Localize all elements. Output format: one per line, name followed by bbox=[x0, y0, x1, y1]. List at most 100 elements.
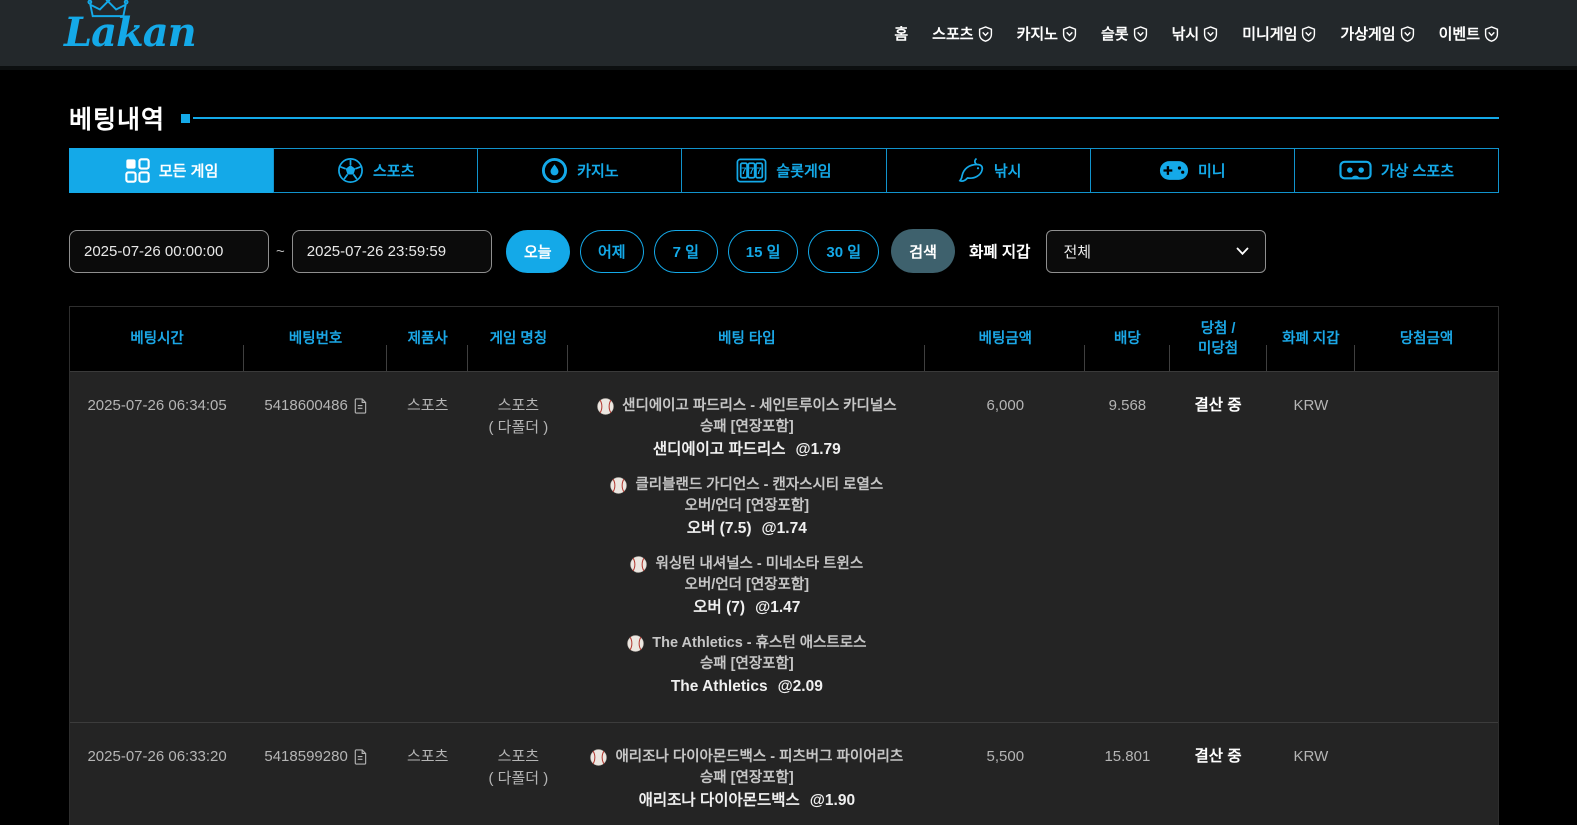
search-button[interactable]: 검색 bbox=[891, 229, 956, 273]
copy-bet-number-button[interactable] bbox=[353, 749, 367, 765]
nav-item-home[interactable]: 홈 bbox=[894, 23, 908, 44]
nav-item-virtual[interactable]: 가상게임 bbox=[1340, 23, 1414, 44]
range-button-15d[interactable]: 15 일 bbox=[727, 229, 799, 273]
date-to-input[interactable] bbox=[291, 229, 492, 273]
tab-slot[interactable]: 7 7 7 슬롯게임 bbox=[681, 148, 887, 193]
cell-bet-number: 5418600486 bbox=[244, 372, 387, 722]
match-name: 클리블랜드 가디언스 - 캔자스시티 로열스 bbox=[635, 477, 884, 493]
match-name: 애리조나 다이아몬드백스 - 피츠버그 파이어리츠 bbox=[615, 749, 904, 765]
column-header: 베팅금액 bbox=[925, 307, 1086, 371]
cell-bet-type: 애리조나 다이아몬드백스 - 피츠버그 파이어리츠승패 [연장포함] 애리조나 다… bbox=[568, 723, 925, 825]
column-header: 배당 bbox=[1085, 307, 1170, 371]
date-from-input[interactable] bbox=[69, 229, 269, 273]
match-name: 워싱턴 내셔널스 - 미네소타 트윈스 bbox=[655, 556, 864, 572]
range-button-today[interactable]: 오늘 bbox=[505, 229, 570, 273]
cell-game-name: 스포츠 ( 다폴더 ) bbox=[468, 723, 568, 825]
game-name-sub: ( 다폴더 ) bbox=[488, 770, 549, 787]
cell-wallet: KRW bbox=[1293, 397, 1329, 414]
match-name: The Athletics - 휴스턴 애스트로스 bbox=[652, 635, 867, 651]
column-header: 베팅번호 bbox=[244, 307, 387, 371]
match-name: 샌디에이고 파드리스 - 세인트루이스 카디널스 bbox=[622, 398, 897, 414]
range-button-30d[interactable]: 30 일 bbox=[808, 229, 880, 273]
range-button-7d[interactable]: 7 일 bbox=[653, 229, 718, 273]
crown-icon bbox=[86, 0, 130, 24]
copy-bet-number-button[interactable] bbox=[353, 398, 367, 414]
main-nav: 홈 스포츠 카지노 슬롯 낚시 미니게임 가상게임 이벤트 bbox=[894, 23, 1499, 44]
nav-item-label: 홈 bbox=[894, 25, 909, 43]
page-title: 베팅내역 bbox=[69, 106, 166, 134]
selection-match: 샌디에이고 파드리스 - 세인트루이스 카디널스 bbox=[568, 396, 925, 417]
nav-item-label: 카지노 bbox=[1016, 25, 1058, 43]
svg-text:7: 7 bbox=[742, 166, 747, 176]
selection-pick: 샌디에이고 파드리스 @1.79 bbox=[568, 438, 925, 462]
pick-odds: @1.47 bbox=[755, 599, 801, 616]
selection-pick: 오버 (7) @1.47 bbox=[568, 596, 925, 620]
title-accent-square bbox=[181, 113, 191, 123]
selection-market: 오버/언더 [연장포함] bbox=[684, 577, 810, 593]
pick-name: 샌디에이고 파드리스 bbox=[652, 441, 786, 458]
chevron-down-icon bbox=[1236, 243, 1249, 260]
cell-bet-number: 5418599280 bbox=[244, 723, 387, 825]
selection-match: The Athletics - 휴스턴 애스트로스 bbox=[568, 633, 925, 654]
column-header: 게임 명칭 bbox=[468, 307, 569, 371]
tab-all[interactable]: 모든 게임 bbox=[69, 148, 275, 193]
tab-sports[interactable]: 스포츠 bbox=[273, 148, 479, 193]
tab-label: 모든 게임 bbox=[158, 163, 219, 180]
bet-selection: 샌디에이고 파드리스 - 세인트루이스 카디널스 승패 [연장포함] 샌디에이고 파… bbox=[568, 396, 925, 462]
baseball-icon bbox=[597, 398, 614, 415]
game-category-tabs: 모든 게임 스포츠 카지노 7 7 7 슬롯게임 낚시 미니 가상 스포츠 bbox=[69, 148, 1499, 193]
tab-mini[interactable]: 미니 bbox=[1089, 148, 1295, 193]
title-accent-line bbox=[193, 117, 1499, 119]
bet-selection: 애리조나 다이아몬드백스 - 피츠버그 파이어리츠승패 [연장포함] 애리조나 다… bbox=[568, 747, 925, 813]
brand-logo[interactable]: Lakan bbox=[64, 0, 197, 53]
pick-name: 애리조나 다이아몬드백스 bbox=[638, 792, 800, 809]
shield-chevron-icon bbox=[1203, 25, 1218, 42]
selection-match: 애리조나 다이아몬드백스 - 피츠버그 파이어리츠 bbox=[568, 747, 925, 768]
svg-text:7: 7 bbox=[749, 166, 754, 176]
betting-history-table: 베팅시간 베팅번호 제품사 게임 명칭 베팅 타입 베팅금액 배당 당첨 / 미당첨 화폐 지갑… bbox=[69, 306, 1499, 825]
status-badge: 결산 중 bbox=[1194, 397, 1242, 414]
nav-item-label: 이벤트 bbox=[1438, 25, 1480, 43]
wallet-select[interactable]: 전체 bbox=[1046, 229, 1267, 273]
game-name-sub: ( 다폴더 ) bbox=[488, 419, 549, 436]
tab-casino[interactable]: 카지노 bbox=[477, 148, 683, 193]
pick-name: 오버 (7.5) bbox=[686, 520, 752, 537]
pick-odds: @1.79 bbox=[795, 441, 841, 458]
selection-market: 승패 [연장포함] bbox=[699, 770, 794, 786]
nav-item-slots[interactable]: 슬롯 bbox=[1101, 23, 1148, 44]
cell-product: 스포츠 bbox=[406, 748, 449, 765]
slot-777-icon: 777 bbox=[736, 157, 767, 184]
tab-fishing[interactable]: 낚시 bbox=[885, 148, 1091, 193]
shield-chevron-icon bbox=[1484, 25, 1499, 42]
nav-item-label: 슬롯 bbox=[1100, 25, 1129, 43]
range-button-yesterday[interactable]: 어제 bbox=[579, 229, 644, 273]
nav-item-casino[interactable]: 카지노 bbox=[1017, 23, 1077, 44]
cell-odds: 9.568 bbox=[1108, 397, 1147, 414]
status-badge: 결산 중 bbox=[1194, 748, 1242, 765]
column-header: 화폐 지갑 bbox=[1267, 307, 1356, 371]
cell-bet-amount: 5,500 bbox=[986, 748, 1025, 765]
nav-item-fishing[interactable]: 낚시 bbox=[1172, 23, 1219, 44]
bet-selection: 워싱턴 내셔널스 - 미네소타 트윈스오버/언더 [연장포함] 오버 (7) @1.… bbox=[568, 554, 925, 620]
nav-item-label: 가상게임 bbox=[1340, 25, 1396, 43]
nav-item-minigame[interactable]: 미니게임 bbox=[1242, 23, 1316, 44]
bet-selection: 클리블랜드 가디언스 - 캔자스시티 로열스 오버/언더 [연장포함] 오버 (7.… bbox=[568, 475, 925, 541]
column-header: 당첨금액 bbox=[1399, 331, 1454, 347]
tab-virtual[interactable]: 가상 스포츠 bbox=[1293, 148, 1499, 193]
shield-chevron-icon bbox=[1133, 25, 1148, 42]
table-body: 2025-07-26 06:34:05 5418600486 스포츠 스포츠( 다폴더… bbox=[70, 372, 1498, 825]
nav-item-sports[interactable]: 스포츠 bbox=[932, 23, 992, 44]
column-header: 당첨 / 미당첨 bbox=[1170, 307, 1267, 371]
selection-pick: 오버 (7.5) @1.74 bbox=[568, 517, 925, 541]
shield-chevron-icon bbox=[1400, 25, 1415, 42]
svg-text:7: 7 bbox=[757, 166, 762, 176]
cell-status: 결산 중 bbox=[1170, 723, 1267, 825]
selection-match: 워싱턴 내셔널스 - 미네소타 트윈스 bbox=[568, 554, 925, 575]
table-row: 2025-07-26 06:33:20 5418599280 스포츠 스포츠 ( 다폴더… bbox=[70, 722, 1498, 825]
column-header: 제품사 bbox=[387, 307, 469, 371]
nav-item-event[interactable]: 이벤트 bbox=[1439, 23, 1499, 44]
quick-range-buttons: 오늘 어제 7 일 15 일 30 일 bbox=[505, 229, 880, 273]
wallet-filter-label: 화폐 지갑 bbox=[969, 244, 1031, 261]
top-header: Lakan 홈 스포츠 카지노 슬롯 낚시 미니게임 가상게임 이벤트 bbox=[0, 0, 1577, 70]
cell-odds: 15.801 bbox=[1104, 748, 1151, 765]
